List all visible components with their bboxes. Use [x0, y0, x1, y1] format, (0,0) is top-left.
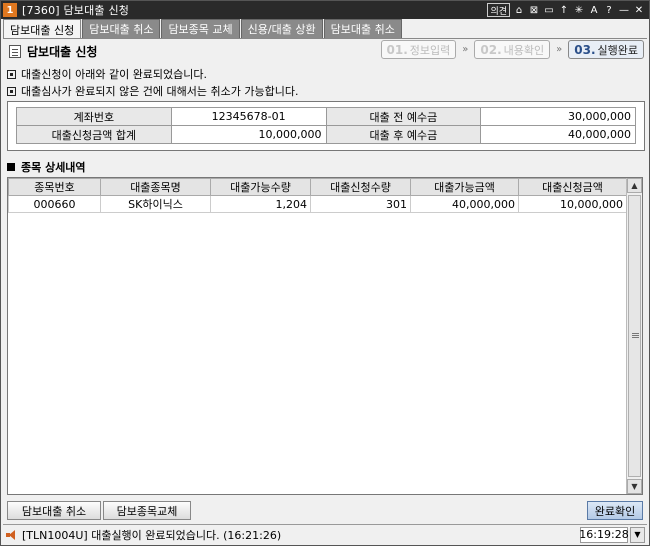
cell-apply-amount: 10,000,000 — [518, 195, 627, 213]
total-amount-label: 대출신청금액 합계 — [16, 125, 172, 144]
col-header-name[interactable]: 대출종목명 — [100, 178, 211, 196]
document-icon — [9, 45, 21, 58]
message-line-1: 대출신청이 아래와 같이 완료되었습니다. — [7, 66, 207, 82]
step-3-number: 03. — [574, 42, 596, 57]
col-header-apply-amount[interactable]: 대출신청금액 — [518, 178, 627, 196]
step-1-number: 01. — [386, 42, 408, 57]
tab-loan-cancel[interactable]: 담보대출 취소 — [82, 19, 161, 38]
detail-grid[interactable]: 종목번호 대출종목명 대출가능수량 대출신청수량 대출가능금액 대출신청금액 0… — [7, 177, 643, 495]
tab-divider — [3, 38, 647, 39]
summary-table: 계좌번호 12345678-01 대출 전 예수금 30,000,000 대출신… — [16, 107, 636, 144]
tab-collateral-replace[interactable]: 담보종목 교체 — [161, 19, 240, 38]
app-window: 1 [7360] 담보대출 신청 의견 ⌂ ⊠ ▭ ↑ ✳ A ? — ✕ 담보… — [0, 0, 650, 546]
mouse-icon[interactable]: ⌂ — [513, 3, 525, 17]
pre-deposit-label: 대출 전 예수금 — [325, 107, 482, 126]
screen-capture-icon[interactable]: ⊠ — [528, 3, 540, 17]
pre-deposit-value: 30,000,000 — [480, 107, 636, 126]
status-time: 16:19:28 — [579, 526, 629, 543]
step-1-label: 정보입력 — [409, 43, 451, 57]
title-bar[interactable]: 1 [7360] 담보대출 신청 의견 ⌂ ⊠ ▭ ↑ ✳ A ? — ✕ — [1, 1, 649, 19]
tab-loan-cancel-2[interactable]: 담보대출 취소 — [323, 19, 402, 38]
page-header: 담보대출 신청 — [9, 43, 97, 60]
page-title: 담보대출 신청 — [27, 45, 98, 59]
vertical-scrollbar[interactable]: ▲ ▼ — [626, 178, 642, 494]
summary-panel: 계좌번호 12345678-01 대출 전 예수금 30,000,000 대출신… — [7, 101, 645, 151]
message-line-2: 대출심사가 완료되지 않은 건에 대해서는 취소가 가능합니다. — [7, 83, 298, 99]
grip-line — [632, 337, 639, 338]
step-arrow-icon: » — [556, 44, 563, 55]
speaker-icon — [6, 529, 18, 540]
cancel-loan-button[interactable]: 담보대출 취소 — [7, 501, 101, 520]
step-3-label: 실행완료 — [597, 43, 638, 57]
col-header-avail-amount[interactable]: 대출가능금액 — [410, 178, 519, 196]
step-3: 03. 실행완료 — [568, 40, 644, 59]
step-1: 01. 정보입력 — [380, 40, 457, 59]
table-row[interactable]: 000660 SK하이닉스 1,204 301 40,000,000 10,00… — [8, 195, 627, 213]
tab-bar: 담보대출 신청 담보대출 취소 담보종목 교체 신용/대출 상환 담보대출 취소 — [3, 19, 403, 39]
scroll-down-icon[interactable]: ▼ — [627, 479, 642, 494]
close-icon[interactable]: ✕ — [633, 3, 645, 17]
bullet-icon — [7, 86, 16, 96]
detail-table: 종목번호 대출종목명 대출가능수량 대출신청수량 대출가능금액 대출신청금액 0… — [8, 178, 627, 213]
step-arrow-icon: » — [462, 44, 469, 55]
minimize-icon[interactable]: — — [618, 3, 630, 17]
col-header-avail-qty[interactable]: 대출가능수량 — [210, 178, 311, 196]
total-amount-value: 10,000,000 — [170, 125, 327, 144]
account-label: 계좌번호 — [16, 107, 172, 126]
scroll-thumb[interactable] — [628, 195, 641, 477]
cell-avail-amount: 40,000,000 — [410, 195, 519, 213]
replace-collateral-button[interactable]: 담보종목교체 — [103, 501, 191, 520]
cell-name: SK하이닉스 — [100, 195, 211, 213]
window-icon[interactable]: ▭ — [543, 3, 555, 17]
message-text: 대출신청이 아래와 같이 완료되었습니다. — [21, 68, 208, 81]
tab-loan-apply[interactable]: 담보대출 신청 — [3, 19, 82, 39]
post-deposit-value: 40,000,000 — [480, 125, 636, 144]
post-deposit-label: 대출 후 예수금 — [325, 125, 482, 144]
font-size-icon[interactable]: A — [588, 3, 600, 17]
step-indicator: 01. 정보입력 » 02. 내용확인 » 03. 실행완료 — [380, 40, 644, 59]
grip-line — [632, 335, 639, 336]
status-message: [TLN1004U] 대출실행이 완료되었습니다. (16:21:26) — [22, 528, 282, 542]
square-bullet-icon — [7, 163, 15, 171]
step-2-number: 02. — [480, 42, 502, 57]
step-2-label: 내용확인 — [503, 43, 545, 57]
chevron-down-icon[interactable]: ▼ — [630, 526, 645, 543]
scroll-up-icon[interactable]: ▲ — [627, 178, 642, 193]
status-bar: [TLN1004U] 대출실행이 완료되었습니다. (16:21:26) 16:… — [3, 524, 647, 544]
cell-apply-qty: 301 — [310, 195, 411, 213]
cell-avail-qty: 1,204 — [210, 195, 311, 213]
detail-title-text: 종목 상세내역 — [21, 161, 86, 174]
confirm-button[interactable]: 완료확인 — [587, 501, 643, 520]
help-icon[interactable]: ? — [603, 3, 615, 17]
account-value: 12345678-01 — [170, 107, 327, 126]
screen-number-badge: 1 — [3, 3, 17, 17]
settings-icon[interactable]: ✳ — [573, 3, 585, 17]
col-header-code[interactable]: 종목번호 — [8, 178, 101, 196]
pin-icon[interactable]: ↑ — [558, 3, 570, 17]
tab-credit-repay[interactable]: 신용/대출 상환 — [240, 19, 323, 38]
cell-code: 000660 — [8, 195, 101, 213]
detail-section-title: 종목 상세내역 — [7, 159, 86, 175]
bullet-icon — [7, 69, 16, 79]
step-2: 02. 내용확인 — [474, 40, 551, 59]
grip-line — [632, 333, 639, 334]
message-text: 대출심사가 완료되지 않은 건에 대해서는 취소가 가능합니다. — [21, 85, 299, 98]
col-header-apply-qty[interactable]: 대출신청수량 — [310, 178, 411, 196]
window-title: [7360] 담보대출 신청 — [22, 4, 130, 17]
opinion-button[interactable]: 의견 — [487, 3, 510, 17]
